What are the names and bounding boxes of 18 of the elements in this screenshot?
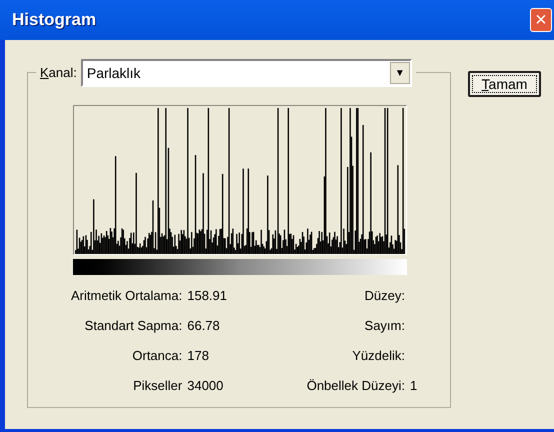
stat-value: 178 xyxy=(187,347,210,365)
ok-button[interactable]: Tamam xyxy=(468,71,541,97)
stat-value: 158.91 xyxy=(187,287,228,305)
stat-label: Standart Sapma: xyxy=(84,317,182,335)
stat-value: 1 xyxy=(410,377,418,395)
stat-label: Düzey: xyxy=(364,287,405,305)
stat-label: Pikseller xyxy=(132,377,182,395)
stat-label: Sayım: xyxy=(364,317,405,335)
stat-value: 66.78 xyxy=(187,317,221,335)
stat-label: Yüzdelik: xyxy=(351,347,405,365)
channel-dropdown[interactable]: Parlaklık ▼ xyxy=(80,59,412,87)
stat-label: Aritmetik Ortalama: xyxy=(70,287,182,305)
channel-label: Kanal: xyxy=(40,64,77,82)
close-button[interactable]: × xyxy=(530,8,552,32)
stat-label: Ortanca: xyxy=(131,347,182,365)
stat-value: 34000 xyxy=(187,377,224,395)
window-title: Histogram xyxy=(12,9,96,32)
stat-label: Önbellek Düzeyi: xyxy=(306,377,405,395)
